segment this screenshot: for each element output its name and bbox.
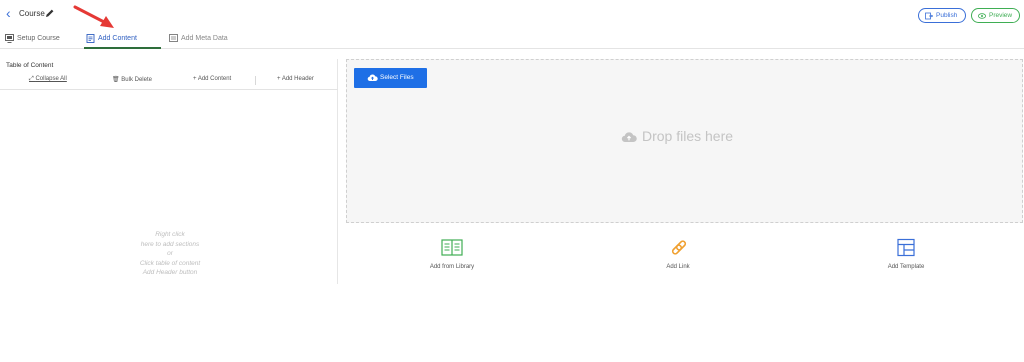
- collapse-all-label: Collapse All: [35, 76, 67, 82]
- add-template-button[interactable]: Add Template: [861, 238, 951, 270]
- select-files-label: Select Files: [380, 74, 414, 81]
- course-title: Course: [19, 9, 45, 18]
- select-files-button[interactable]: Select Files: [354, 68, 427, 88]
- publish-button[interactable]: Publish: [918, 8, 966, 23]
- option-label: Add Template: [887, 264, 925, 270]
- top-bar: ‹ Course Publish Preview: [0, 0, 1024, 30]
- toc-actions: ⤢ Collapse All 🗑 Bulk Delete + Add Conte…: [0, 74, 338, 90]
- metadata-icon: [169, 34, 178, 42]
- add-header-button[interactable]: + Add Header: [277, 76, 314, 82]
- tab-label: Setup Course: [17, 35, 60, 42]
- drop-files-text: Drop files here: [621, 128, 733, 144]
- annotation-arrow-icon: [73, 5, 114, 28]
- toc-empty-hint: Right click here to add sections or Clic…: [120, 230, 220, 278]
- link-icon: [671, 240, 687, 255]
- tab-add-meta-data[interactable]: Add Meta Data: [167, 31, 239, 49]
- hint-line: here to add sections: [140, 240, 200, 248]
- bulk-delete-button[interactable]: 🗑 Bulk Delete: [112, 76, 152, 83]
- hint-line: Right click: [155, 231, 185, 238]
- hint-line: Add Header button: [142, 269, 198, 277]
- tab-label: Add Meta Data: [181, 35, 228, 42]
- tab-label: Add Content: [98, 35, 137, 42]
- tab-add-content[interactable]: Add Content: [84, 31, 161, 49]
- eye-icon: [978, 13, 986, 19]
- bulk-delete-label: Bulk Delete: [121, 77, 152, 83]
- drop-files-label: Drop files here: [642, 128, 734, 144]
- hint-line: Click table of content: [139, 259, 201, 267]
- add-content-button[interactable]: + Add Content: [193, 76, 231, 82]
- cloud-upload-icon: [367, 74, 378, 82]
- tab-setup-course[interactable]: Setup Course: [3, 31, 67, 49]
- setup-icon: [5, 34, 14, 43]
- document-icon: [86, 34, 95, 43]
- pencil-icon[interactable]: [45, 8, 55, 18]
- publish-icon: [925, 12, 933, 20]
- divider: [255, 76, 256, 85]
- table-of-content-panel: Table of Content ⤢ Collapse All 🗑 Bulk D…: [0, 59, 338, 284]
- template-icon: [897, 238, 915, 257]
- publish-label: Publish: [936, 12, 958, 19]
- option-label: Add Link: [666, 264, 690, 270]
- hint-line: or: [167, 250, 173, 258]
- library-book-icon: [441, 239, 463, 256]
- add-from-library-button[interactable]: Add from Library: [407, 238, 497, 270]
- preview-label: Preview: [989, 12, 1013, 19]
- toc-title: Table of Content: [6, 62, 54, 69]
- cloud-upload-icon: [621, 132, 637, 143]
- file-drop-zone[interactable]: Select Files Drop files here: [346, 59, 1023, 223]
- option-label: Add from Library: [429, 264, 475, 270]
- tab-bar: Setup Course Add Content Add Meta Data: [0, 31, 1024, 49]
- chevron-left-icon[interactable]: ‹: [6, 6, 11, 20]
- preview-button[interactable]: Preview: [971, 8, 1020, 23]
- collapse-all-button[interactable]: ⤢ Collapse All: [29, 76, 67, 83]
- add-link-button[interactable]: Add Link: [633, 238, 723, 270]
